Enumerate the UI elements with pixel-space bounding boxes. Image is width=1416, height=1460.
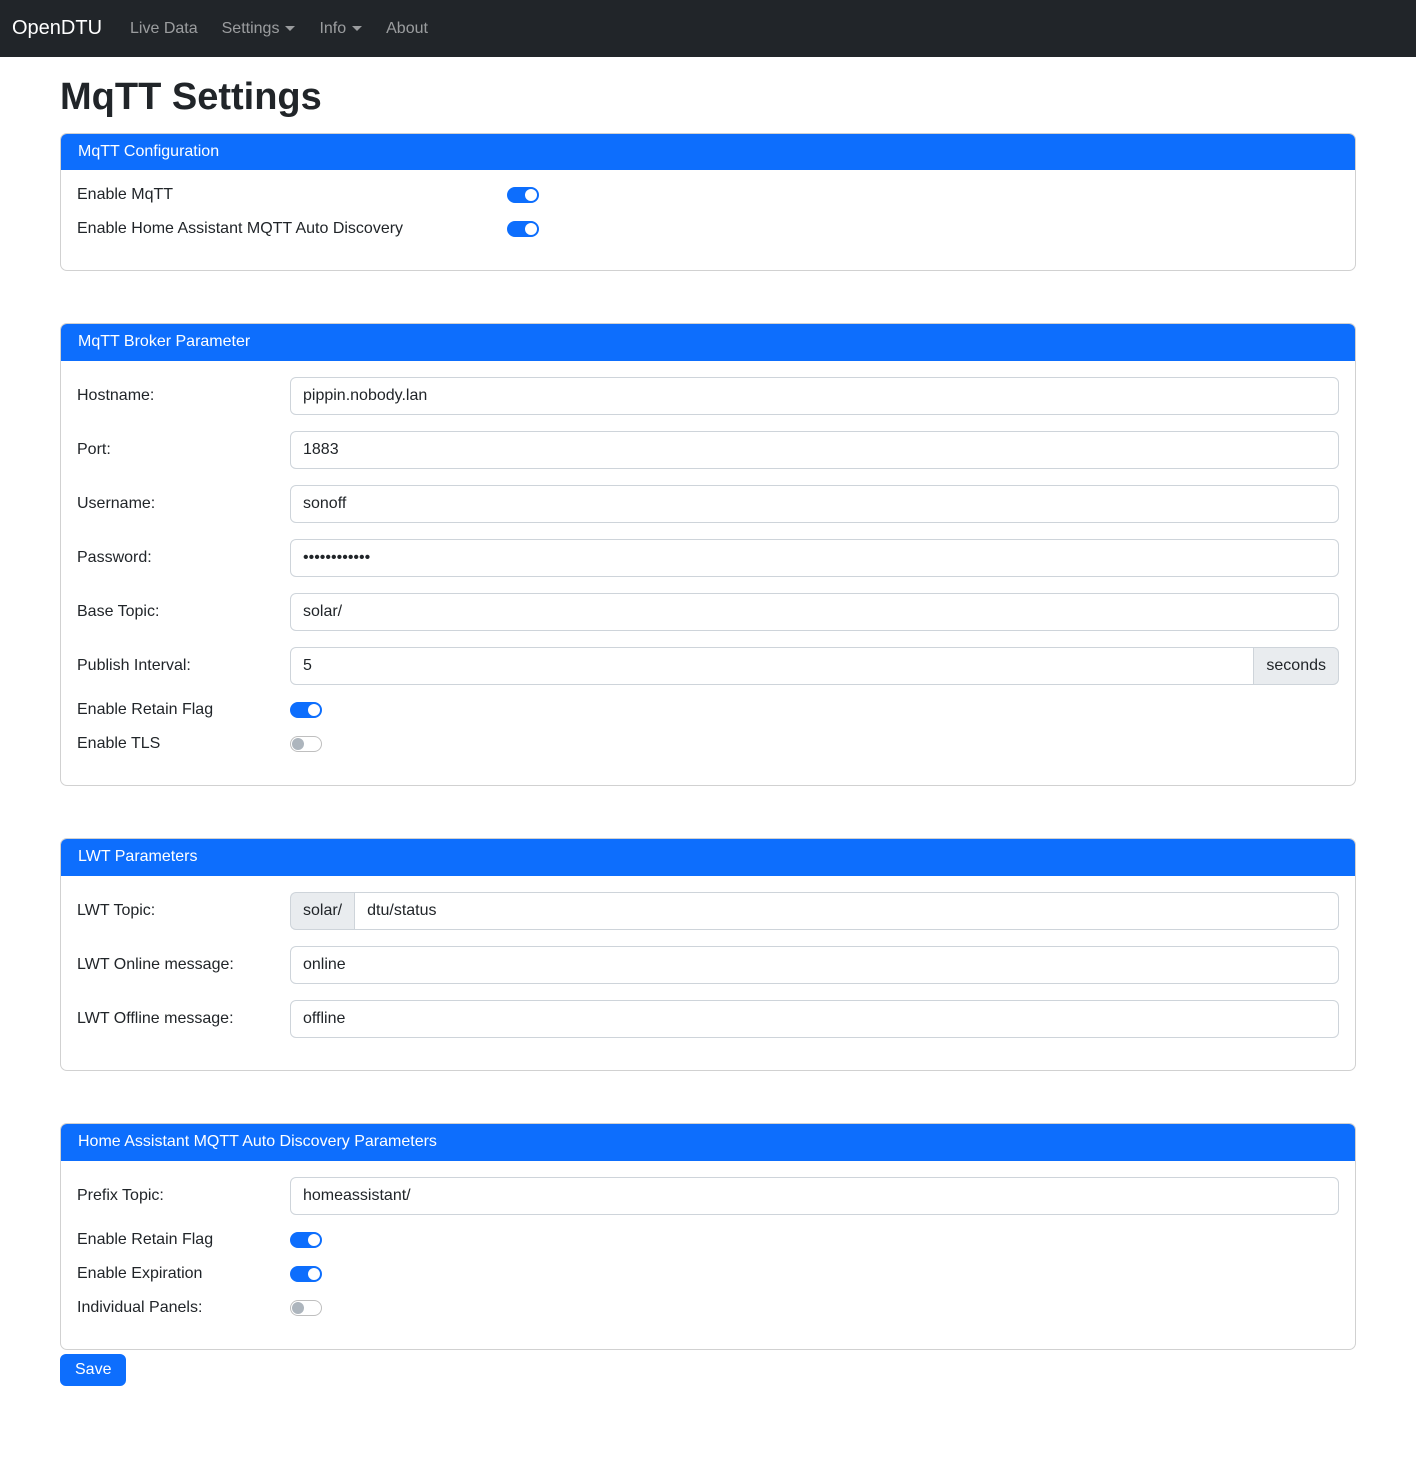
password-input[interactable]: [290, 539, 1339, 577]
card-header: MqTT Broker Parameter: [61, 324, 1355, 361]
field-label: Hostname:: [77, 387, 290, 405]
nav-item-info[interactable]: Info: [311, 12, 370, 46]
form-row-password: Password:: [77, 539, 1339, 577]
field-label: LWT Online message:: [77, 956, 290, 974]
port-input[interactable]: [290, 431, 1339, 469]
form-row-publish-interval: Publish Interval: seconds: [77, 647, 1339, 685]
form-row-expiration: Enable Expiration: [77, 1265, 1339, 1283]
form-row-port: Port:: [77, 431, 1339, 469]
form-row-enable-hass-discovery: Enable Home Assistant MQTT Auto Discover…: [77, 220, 1339, 238]
lwt-offline-input[interactable]: [290, 1000, 1339, 1038]
main-content: MqTT Settings MqTT Configuration Enable …: [48, 75, 1368, 1404]
individual-panels-toggle[interactable]: [290, 1300, 322, 1316]
nav-item-about[interactable]: About: [378, 12, 436, 46]
card-hass-discovery-parameters: Home Assistant MQTT Auto Discovery Param…: [60, 1123, 1356, 1350]
form-row-hass-retain-flag: Enable Retain Flag: [77, 1231, 1339, 1249]
form-row-tls: Enable TLS: [77, 735, 1339, 753]
base-topic-input[interactable]: [290, 593, 1339, 631]
field-label: LWT Offline message:: [77, 1010, 290, 1028]
card-body: LWT Topic: solar/ LWT Online message: LW…: [61, 876, 1355, 1070]
form-row-enable-mqtt: Enable MqTT: [77, 186, 1339, 204]
field-label: Password:: [77, 549, 290, 567]
field-label: Enable Home Assistant MQTT Auto Discover…: [77, 220, 507, 238]
enable-mqtt-toggle[interactable]: [507, 187, 539, 203]
card-header: Home Assistant MQTT Auto Discovery Param…: [61, 1124, 1355, 1161]
nav-links: Live Data Settings Info About: [122, 12, 444, 46]
field-label: Enable MqTT: [77, 186, 507, 204]
form-row-base-topic: Base Topic:: [77, 593, 1339, 631]
nav-item-label: Settings: [222, 20, 280, 38]
chevron-down-icon: [352, 26, 362, 31]
field-label: Username:: [77, 495, 290, 513]
field-label: Port:: [77, 441, 290, 459]
form-row-hostname: Hostname:: [77, 377, 1339, 415]
field-label: Enable Retain Flag: [77, 1231, 290, 1249]
save-button[interactable]: Save: [60, 1354, 126, 1386]
card-body: Prefix Topic: Enable Retain Flag Enable …: [61, 1161, 1355, 1349]
field-label: Enable Retain Flag: [77, 701, 290, 719]
form-row-username: Username:: [77, 485, 1339, 523]
prefix-topic-input[interactable]: [290, 1177, 1339, 1215]
lwt-topic-prefix: solar/: [290, 892, 354, 930]
form-row-lwt-topic: LWT Topic: solar/: [77, 892, 1339, 930]
tls-toggle[interactable]: [290, 736, 322, 752]
card-lwt-parameters: LWT Parameters LWT Topic: solar/ LWT Onl…: [60, 838, 1356, 1071]
retain-flag-toggle[interactable]: [290, 702, 322, 718]
nav-item-live-data[interactable]: Live Data: [122, 12, 206, 46]
form-row-prefix-topic: Prefix Topic:: [77, 1177, 1339, 1215]
form-row-lwt-online: LWT Online message:: [77, 946, 1339, 984]
lwt-online-input[interactable]: [290, 946, 1339, 984]
card-body: Hostname: Port: Username: Password: Base…: [61, 361, 1355, 785]
card-mqtt-configuration: MqTT Configuration Enable MqTT Enable Ho…: [60, 133, 1356, 272]
field-label: Enable Expiration: [77, 1265, 290, 1283]
form-row-lwt-offline: LWT Offline message:: [77, 1000, 1339, 1038]
enable-hass-discovery-toggle[interactable]: [507, 221, 539, 237]
form-row-individual-panels: Individual Panels:: [77, 1299, 1339, 1317]
card-header: LWT Parameters: [61, 839, 1355, 876]
field-label: Enable TLS: [77, 735, 290, 753]
nav-item-label: Live Data: [130, 20, 198, 38]
card-body: Enable MqTT Enable Home Assistant MQTT A…: [61, 170, 1355, 270]
hostname-input[interactable]: [290, 377, 1339, 415]
username-input[interactable]: [290, 485, 1339, 523]
navbar: OpenDTU Live Data Settings Info About: [0, 0, 1416, 57]
form-row-retain-flag: Enable Retain Flag: [77, 701, 1339, 719]
field-label: Publish Interval:: [77, 657, 290, 675]
nav-item-settings[interactable]: Settings: [214, 12, 304, 46]
field-label: LWT Topic:: [77, 902, 290, 920]
card-mqtt-broker-parameter: MqTT Broker Parameter Hostname: Port: Us…: [60, 323, 1356, 786]
brand-opendtu[interactable]: OpenDTU: [12, 17, 102, 40]
chevron-down-icon: [285, 26, 295, 31]
field-label: Base Topic:: [77, 603, 290, 621]
page-title: MqTT Settings: [60, 75, 1356, 121]
publish-interval-input[interactable]: [290, 647, 1254, 685]
hass-retain-flag-toggle[interactable]: [290, 1232, 322, 1248]
nav-item-label: Info: [319, 20, 346, 38]
lwt-topic-input[interactable]: [354, 892, 1339, 930]
field-label: Individual Panels:: [77, 1299, 290, 1317]
seconds-unit-label: seconds: [1254, 647, 1339, 685]
field-label: Prefix Topic:: [77, 1187, 290, 1205]
nav-item-label: About: [386, 20, 428, 38]
card-header: MqTT Configuration: [61, 134, 1355, 171]
expiration-toggle[interactable]: [290, 1266, 322, 1282]
